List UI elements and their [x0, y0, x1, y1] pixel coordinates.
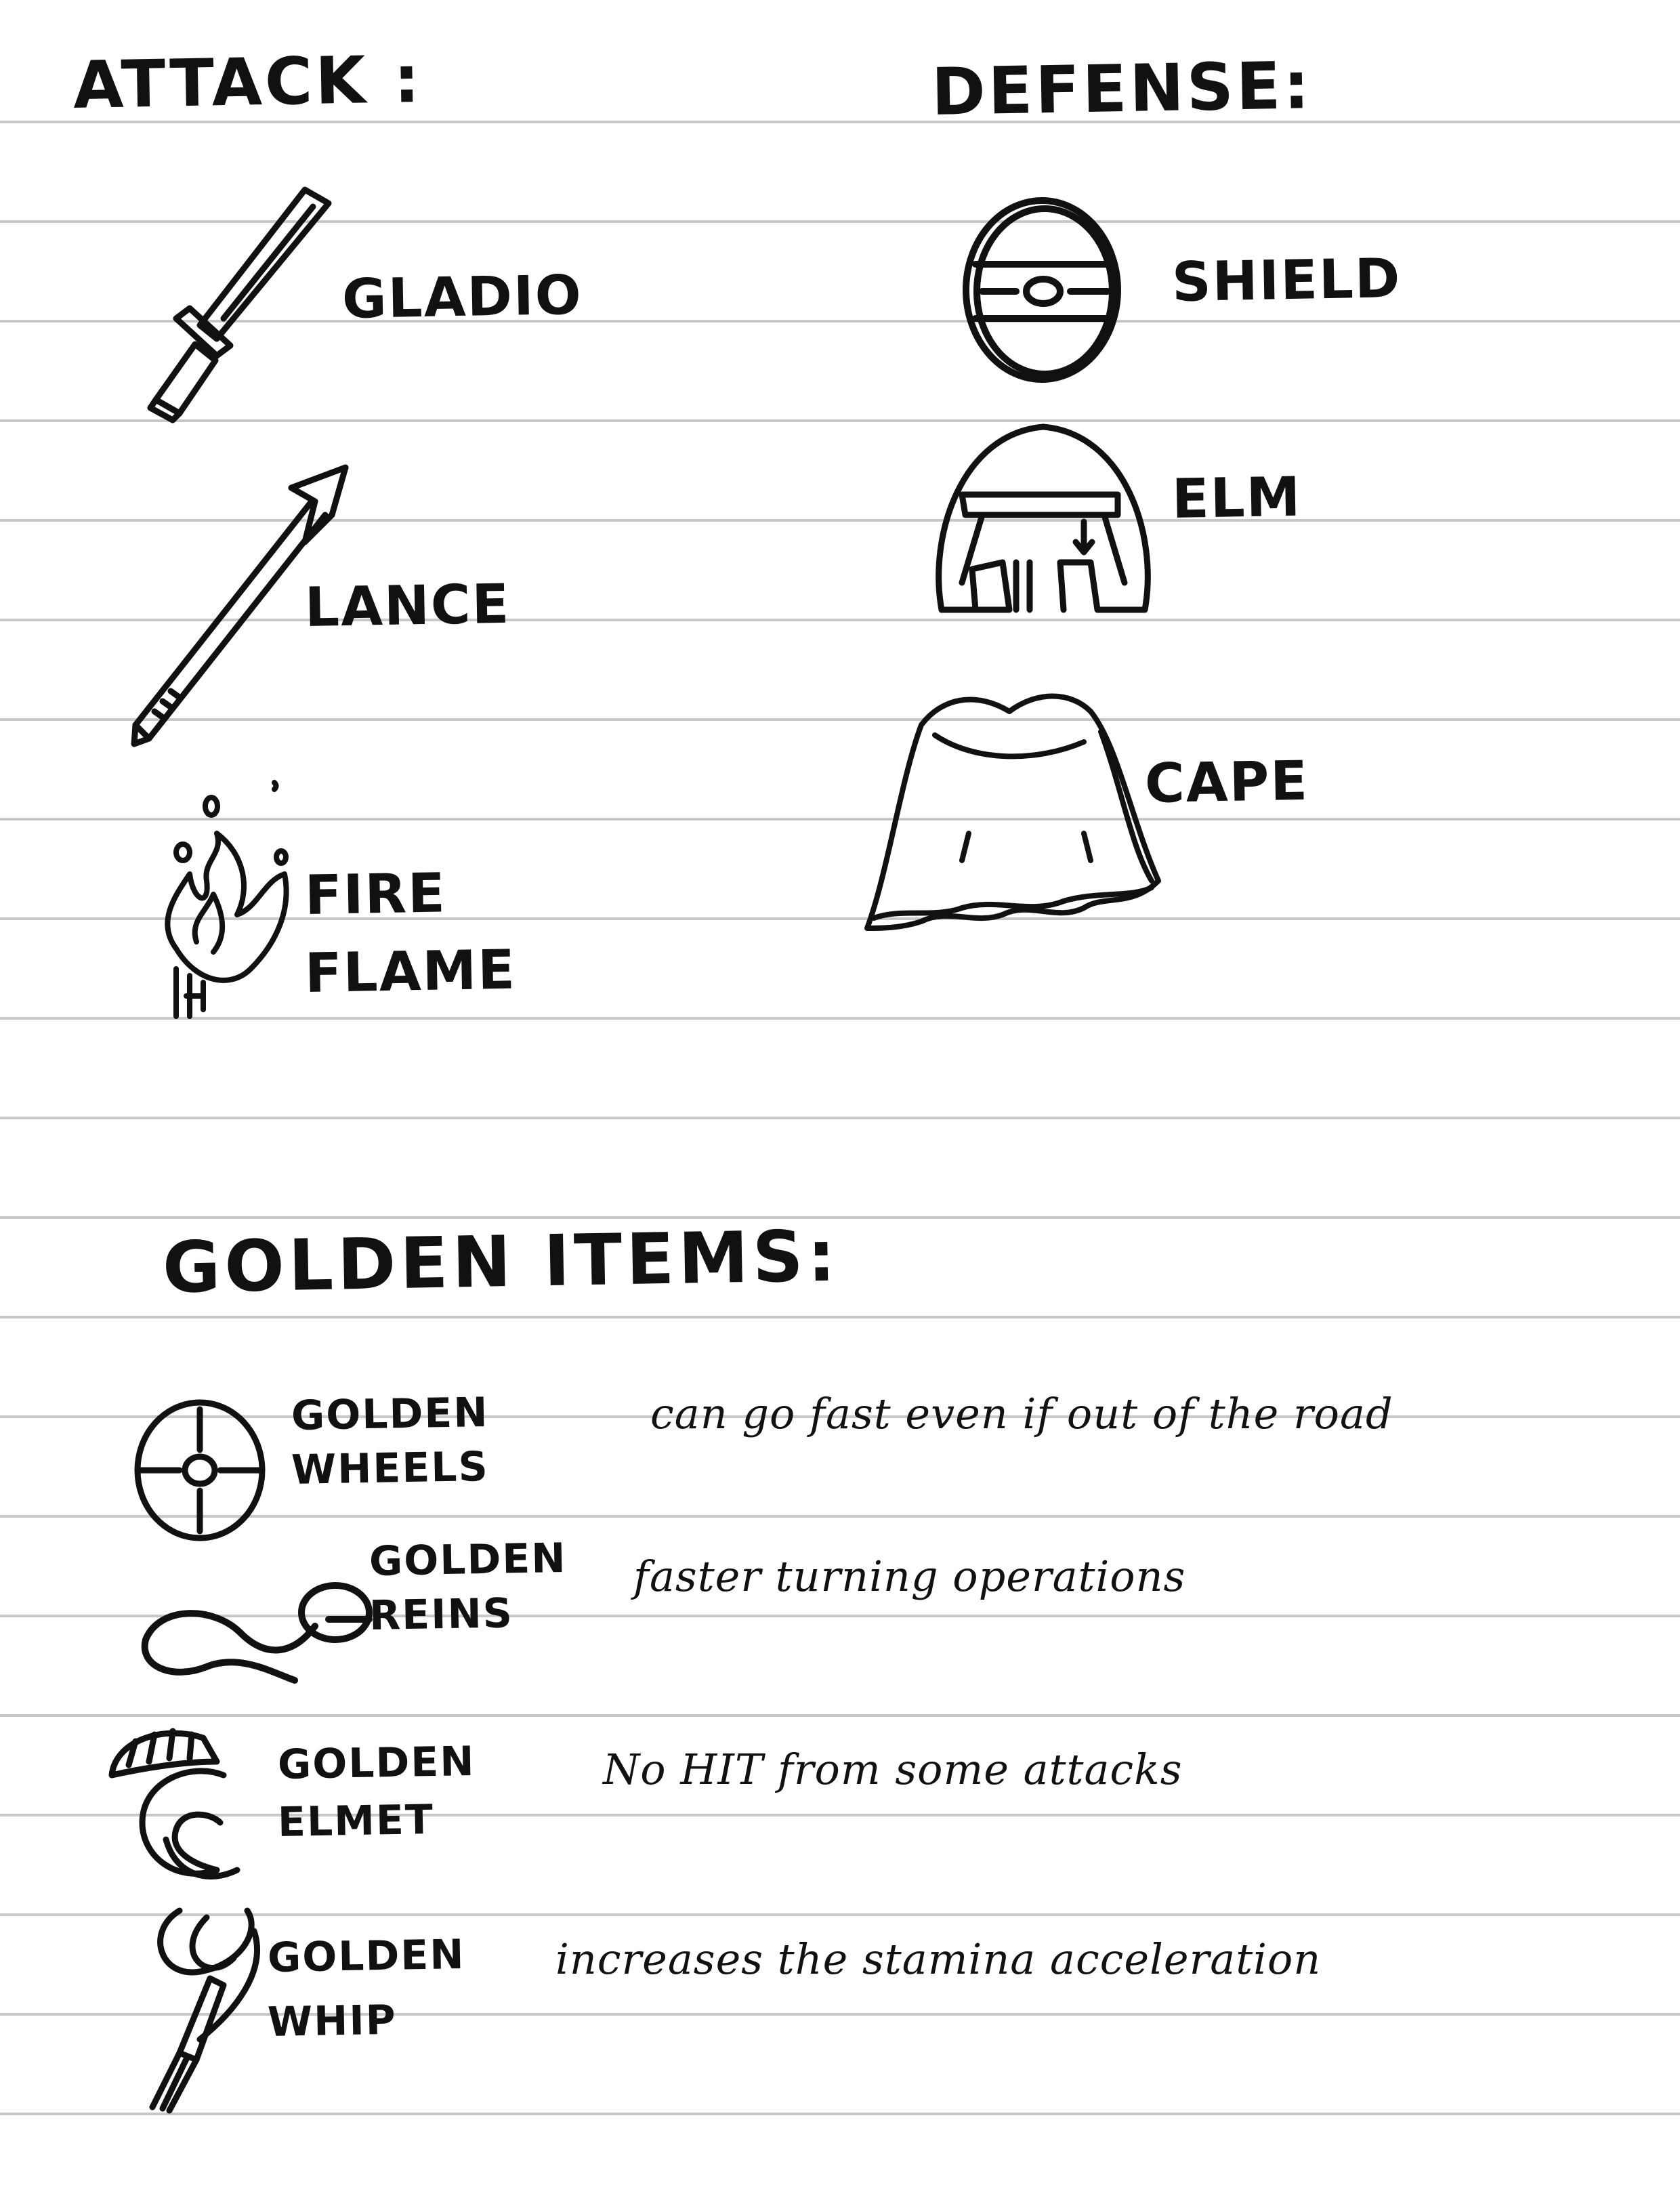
golden-elmet-note: No HIT from some attacks	[603, 1745, 1183, 1794]
defense-heading: DEFENSE:	[931, 47, 1313, 130]
golden-elmet-label-line1: GOLDEN	[277, 1737, 476, 1789]
golden-wheels-label-line1: GOLDEN	[291, 1388, 490, 1440]
golden-whip-note: increases the stamina acceleration	[555, 1934, 1322, 1984]
golden-whip-label-line2: WHIP	[267, 1996, 398, 2046]
elm-label: ELM	[1171, 465, 1303, 531]
fire-icon	[165, 780, 289, 1019]
lance-label: LANCE	[304, 572, 511, 639]
cape-label: CAPE	[1144, 749, 1309, 815]
flame-label: FLAME	[304, 938, 517, 1005]
golden-elmet-label-line2: ELMET	[277, 1795, 435, 1846]
golden-whip-label-line1: GOLDEN	[267, 1930, 466, 1982]
fire-label: FIRE	[304, 861, 447, 927]
golden-reins-label-line1: GOLDEN	[369, 1534, 568, 1585]
golden-wheels-label-line2: WHEELS	[291, 1442, 490, 1494]
golden-items-heading: GOLDEN ITEMS:	[161, 1214, 841, 1309]
golden-reins-note: faster turning operations	[633, 1552, 1186, 1601]
golden-helmet-icon	[108, 1728, 240, 1879]
gladio-label: GLADIO	[341, 263, 583, 331]
cape-icon	[864, 693, 1161, 931]
wheel-icon	[134, 1399, 266, 1541]
sword-icon	[147, 186, 332, 423]
whip-icon	[149, 1907, 260, 2114]
shield-label: SHIELD	[1171, 247, 1402, 314]
attack-heading: ATTACK :	[72, 41, 423, 123]
golden-wheels-note: can go fast even if out of the road	[650, 1389, 1393, 1438]
shield-icon	[963, 197, 1121, 383]
helmet-icon	[936, 423, 1151, 613]
golden-reins-label-line2: REINS	[369, 1590, 514, 1640]
reins-icon	[141, 1582, 373, 1684]
